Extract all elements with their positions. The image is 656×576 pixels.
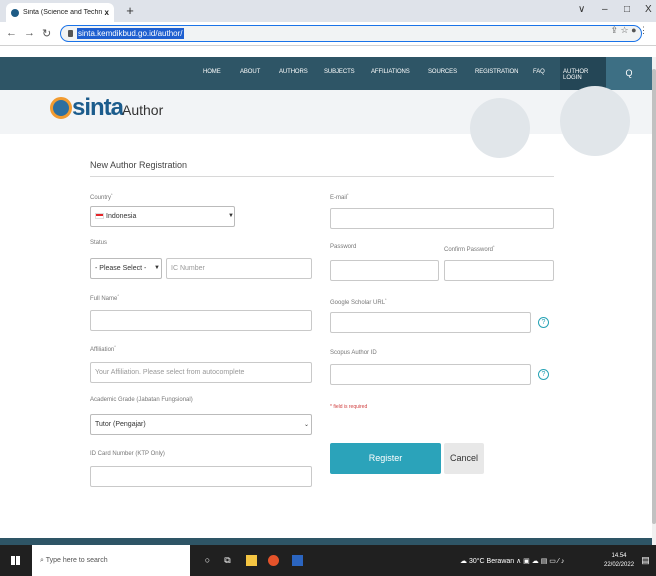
system-tray: ☁ 30°C Berawan ∧ ▣ ☁ ▤ ▭ ⁄ ♪ xyxy=(460,557,564,565)
scopus-label: Scopus Author ID xyxy=(330,350,377,356)
scholar-url-input[interactable] xyxy=(330,312,531,333)
cancel-button[interactable]: Cancel xyxy=(444,443,484,474)
weather-icon: ☁ xyxy=(460,558,469,565)
lock-icon xyxy=(68,30,73,37)
close-window-button[interactable]: X xyxy=(645,4,652,15)
nav-authors[interactable]: AUTHORS xyxy=(279,69,308,75)
tab-close-icon[interactable]: x xyxy=(105,8,109,17)
browser-tab-bar: Sinta (Science and Technology In x + ∨ –… xyxy=(0,0,656,22)
site-navbar: HOME ABOUT AUTHORS SUBJECTS AFFILIATIONS… xyxy=(0,57,652,90)
password-label: Password xyxy=(330,244,357,250)
decorative-bubble xyxy=(560,86,630,156)
register-button[interactable]: Register xyxy=(330,443,441,474)
author-login-button[interactable]: AUTHOR LOGIN xyxy=(560,57,606,90)
nav-sources[interactable]: SOURCES xyxy=(428,69,457,75)
maximize-button[interactable]: □ xyxy=(624,4,630,15)
idcard-label: ID Card Number (KTP Only) xyxy=(90,451,165,457)
indonesia-flag-icon xyxy=(95,213,104,219)
fullname-label: Full Name* xyxy=(90,293,119,302)
cortana-icon[interactable]: ○ xyxy=(202,555,213,566)
confirm-password-input[interactable] xyxy=(444,260,554,281)
back-arrow-icon[interactable]: ← xyxy=(6,27,17,39)
address-bar: ← → ↻ sinta.kemdikbud.go.id/author/ ⇪ ☆ … xyxy=(0,22,656,46)
sinta-logo-icon xyxy=(50,97,72,119)
page-scrollbar[interactable] xyxy=(652,57,656,545)
browser-tab[interactable]: Sinta (Science and Technology In x xyxy=(6,3,114,22)
email-label: E-mail* xyxy=(330,192,349,201)
notifications-icon[interactable]: ▤ xyxy=(640,555,651,566)
country-select[interactable]: Indonesia xyxy=(90,206,235,227)
chevron-down-icon: ▼ xyxy=(154,265,160,271)
windows-start-icon[interactable] xyxy=(11,556,20,565)
grade-label: Academic Grade (Jabatan Fungsional) xyxy=(90,397,193,403)
nav-affiliations[interactable]: AFFILIATIONS xyxy=(371,69,410,75)
password-input[interactable] xyxy=(330,260,439,281)
forward-arrow-icon[interactable]: → xyxy=(24,27,35,39)
search-button[interactable]: Q xyxy=(606,57,652,90)
sinta-logo: sinta xyxy=(72,94,124,121)
idcard-input[interactable] xyxy=(90,466,312,487)
nav-subjects[interactable]: SUBJECTS xyxy=(324,69,355,75)
word-icon[interactable] xyxy=(292,555,303,566)
fullname-input[interactable] xyxy=(90,310,312,331)
nav-home[interactable]: HOME xyxy=(203,69,221,75)
scopus-id-input[interactable] xyxy=(330,364,531,385)
required-note: * field is required xyxy=(330,404,368,410)
help-icon[interactable]: ? xyxy=(538,369,549,380)
url-text: sinta.kemdikbud.go.id/author/ xyxy=(77,28,184,39)
status-label: Status xyxy=(90,240,108,246)
scholar-label: Google Scholar URL* xyxy=(330,297,387,306)
help-icon[interactable]: ? xyxy=(538,317,549,328)
confirm-password-label: Confirm Password* xyxy=(444,244,495,253)
taskbar-search-input[interactable]: ⌕ Type here to search xyxy=(32,545,190,576)
share-star-profile-icons[interactable]: ⇪ ☆ ● ⋮ xyxy=(610,25,648,36)
nav-about[interactable]: ABOUT xyxy=(240,69,260,75)
form-title: New Author Registration xyxy=(90,160,188,170)
decorative-bubble xyxy=(470,98,530,158)
url-input[interactable]: sinta.kemdikbud.go.id/author/ xyxy=(60,25,642,42)
minimize-button[interactable]: – xyxy=(602,4,608,15)
reload-icon[interactable]: ↻ xyxy=(42,27,51,40)
tab-title: Sinta (Science and Technology In xyxy=(23,9,102,16)
task-view-icon[interactable]: ⧉ xyxy=(222,555,233,566)
site-footer xyxy=(0,538,652,545)
scrollbar-thumb[interactable] xyxy=(652,69,656,524)
taskbar: ⌕ Type here to search ○ ⧉ ☁ 30°C Berawan… xyxy=(0,545,656,576)
country-label: Country* xyxy=(90,192,113,201)
tab-search-icon[interactable]: ∨ xyxy=(578,4,585,15)
affiliation-input[interactable]: Your Affiliation. Please select from aut… xyxy=(90,362,312,383)
ic-number-input[interactable]: IC Number xyxy=(166,258,312,279)
status-select[interactable]: - Please Select - xyxy=(90,258,162,279)
nav-faq[interactable]: FAQ xyxy=(533,69,545,75)
clock[interactable]: 14.54 22/02/2022 xyxy=(604,552,634,570)
author-login-label: AUTHOR LOGIN xyxy=(563,69,589,81)
nav-registration[interactable]: REGISTRATION xyxy=(475,69,518,75)
weather-text[interactable]: 30°C Berawan xyxy=(469,558,514,565)
file-explorer-icon[interactable] xyxy=(246,555,257,566)
email-input[interactable] xyxy=(330,208,554,229)
tray-icons[interactable]: ∧ ▣ ☁ ▤ ▭ ⁄ ♪ xyxy=(514,558,564,565)
divider xyxy=(90,176,554,177)
page-title: Author xyxy=(122,102,164,118)
grade-select[interactable]: Tutor (Pengajar) xyxy=(90,414,312,435)
sinta-favicon-icon xyxy=(11,8,19,17)
chrome-icon[interactable] xyxy=(268,555,279,566)
new-tab-button[interactable]: + xyxy=(122,4,138,19)
chevron-down-icon: ⌄ xyxy=(304,422,310,428)
affiliation-label: Affiliation* xyxy=(90,344,116,353)
chevron-down-icon: ▼ xyxy=(228,213,234,219)
